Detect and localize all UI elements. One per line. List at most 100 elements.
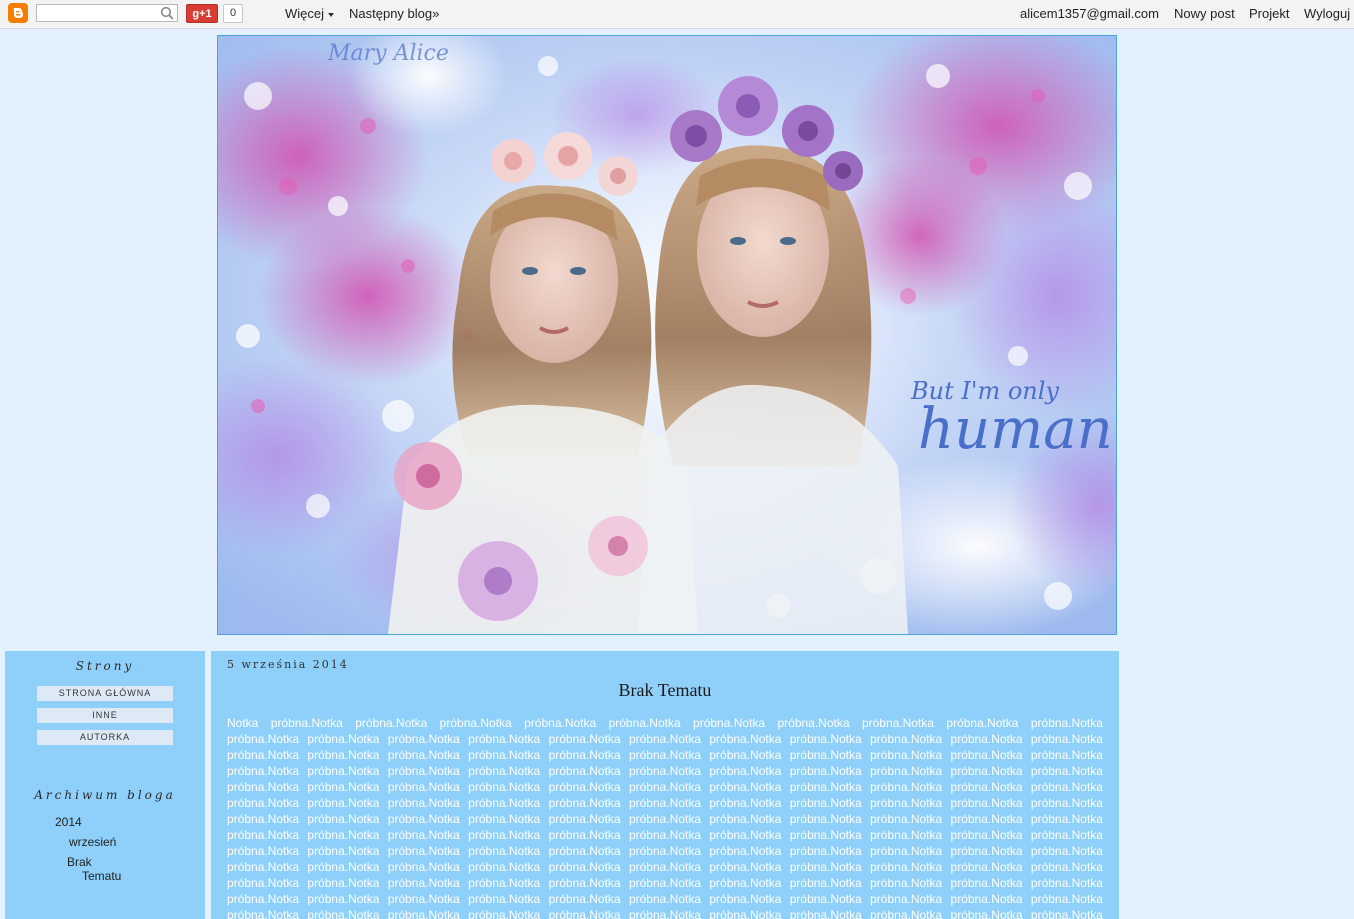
post-body-word: próbna.Notka [870,764,943,778]
post-body-word: próbna.Notka [709,748,782,762]
post-body-word: próbna.Notka [709,732,782,746]
post-body-word: próbna.Notka [227,780,300,794]
account-email-link[interactable]: alicem1357@gmail.com [1020,6,1159,21]
post-body-word: próbna.Notka [468,780,541,794]
post-body-word: próbna.Notka [870,876,943,890]
post-body-line: próbna.Notka próbna.Notka próbna.Notka prób… [227,811,1103,827]
post-body-word: próbna.Notka [870,828,943,842]
post-body-word: próbna.Notka [628,812,701,826]
design-link[interactable]: Projekt [1249,6,1289,21]
post-body-word: próbna.Notka [387,748,460,762]
post-body-word: próbna.Notka [1030,844,1103,858]
blogger-logo-icon[interactable] [8,3,28,23]
post-body-word: próbna.Notka [468,892,541,906]
post-body-word: próbna.Notka [870,780,943,794]
post-body-line: próbna.Notka próbna.Notka próbna.Notka prób… [227,747,1103,763]
post-body-word: próbna.Notka [950,844,1023,858]
header-signature: Mary Alice [327,41,449,66]
sidebar: Strony STRONA GŁÓWNA INNE AUTORKA Archiw… [5,651,205,919]
post-body-word: próbna.Notka [628,764,701,778]
post-body-word: próbna.Notka [1030,908,1103,919]
post-body-word: próbna.Notka [950,732,1023,746]
post-body-word: próbna.Notka [789,908,862,919]
post-body-line: próbna.Notka próbna.Notka próbna.Notka prób… [227,891,1103,907]
post-body: Notka próbna.Notka próbna.Notka próbna.Notk… [227,715,1103,919]
post-title[interactable]: Brak Tematu [211,680,1119,701]
page-link-home[interactable]: STRONA GŁÓWNA [37,686,173,701]
search-icon[interactable] [160,6,174,20]
archive-month-link[interactable]: wrzesień [69,835,116,849]
post-body-word: próbna.Notka [789,732,862,746]
post-body-word: próbna.Notka [1030,748,1103,762]
post-body-word: próbna.Notka [950,796,1023,810]
post-body-word: próbna.Notka [227,844,300,858]
more-menu[interactable]: Więcej [285,6,335,21]
post-body-word: próbna.Notka [628,780,701,794]
post-body-word: próbna.Notka [307,844,380,858]
post-body-line: próbna.Notka próbna.Notka próbna.Notka prób… [227,779,1103,795]
chevron-down-icon [328,12,335,17]
post-body-word: próbna.Notka [709,876,782,890]
logout-link[interactable]: Wyloguj [1304,6,1350,21]
blogger-navbar: g+1 0 Więcej Następny blog» alicem1357@g… [0,0,1354,29]
archive-post-link-line2[interactable]: Tematu [82,869,121,883]
post-body-word: próbna.Notka [307,796,380,810]
post-body-word: próbna.Notka [870,860,943,874]
page-link-author[interactable]: AUTORKA [37,730,173,745]
post-body-line: próbna.Notka próbna.Notka próbna.Notka prób… [227,843,1103,859]
post-body-word: próbna.Notka [468,860,541,874]
post-body-word: próbna.Notka [789,860,862,874]
post-body-word: Notka [227,716,259,730]
post-body-word: próbna.Notka [950,812,1023,826]
post-body-word: próbna.Notka [789,812,862,826]
post-body-word: próbna.Notka [548,780,621,794]
page-link-other[interactable]: INNE [37,708,173,723]
archive-year-link[interactable]: 2014 [55,815,82,829]
post-body-word: próbna.Notka [950,748,1023,762]
post-body-word: próbna.Notka [950,764,1023,778]
post-body-word: próbna.Notka [270,716,343,730]
new-post-link[interactable]: Nowy post [1174,6,1235,21]
post-body-word: próbna.Notka [307,876,380,890]
post-body-word: próbna.Notka [227,876,300,890]
post-body-word: próbna.Notka [789,748,862,762]
post-body-word: próbna.Notka [227,860,300,874]
post-body-word: próbna.Notka [628,844,701,858]
post-body-word: próbna.Notka [1030,796,1103,810]
post-body-word: próbna.Notka [789,876,862,890]
post-body-word: próbna.Notka [468,764,541,778]
post-body-word: próbna.Notka [861,716,934,730]
post-body-word: próbna.Notka [468,748,541,762]
post-body-word: próbna.Notka [387,876,460,890]
post-body-word: próbna.Notka [1030,764,1103,778]
post-body-word: próbna.Notka [468,812,541,826]
post-body-word: próbna.Notka [1030,876,1103,890]
post-body-word: próbna.Notka [946,716,1019,730]
post-body-word: próbna.Notka [709,796,782,810]
post-body-word: próbna.Notka [709,908,782,919]
next-blog-link[interactable]: Następny blog» [349,6,439,21]
archive-post-link-line1[interactable]: Brak [67,855,92,869]
blog-header-image[interactable]: Mary Alice But I'm only human [217,35,1117,635]
post-body-word: próbna.Notka [628,860,701,874]
post-body-word: próbna.Notka [548,908,621,919]
post-body-word: próbna.Notka [789,780,862,794]
post-body-word: próbna.Notka [307,828,380,842]
post-body-word: próbna.Notka [628,796,701,810]
gplus-button[interactable]: g+1 [186,4,218,23]
post-body-line: próbna.Notka próbna.Notka próbna.Notka prób… [227,907,1103,919]
post-body-word: próbna.Notka [548,828,621,842]
more-label: Więcej [285,6,325,21]
post-body-word: próbna.Notka [870,748,943,762]
post-body-word: próbna.Notka [548,876,621,890]
post-body-word: próbna.Notka [628,892,701,906]
post-body-word: próbna.Notka [548,764,621,778]
post-body-word: próbna.Notka [468,732,541,746]
post-body-word: próbna.Notka [950,876,1023,890]
post-body-word: próbna.Notka [468,876,541,890]
post-body-word: próbna.Notka [548,748,621,762]
post-body-word: próbna.Notka [870,908,943,919]
search-input[interactable] [36,4,178,22]
post-body-line: próbna.Notka próbna.Notka próbna.Notka prób… [227,875,1103,891]
post-body-word: próbna.Notka [227,796,300,810]
